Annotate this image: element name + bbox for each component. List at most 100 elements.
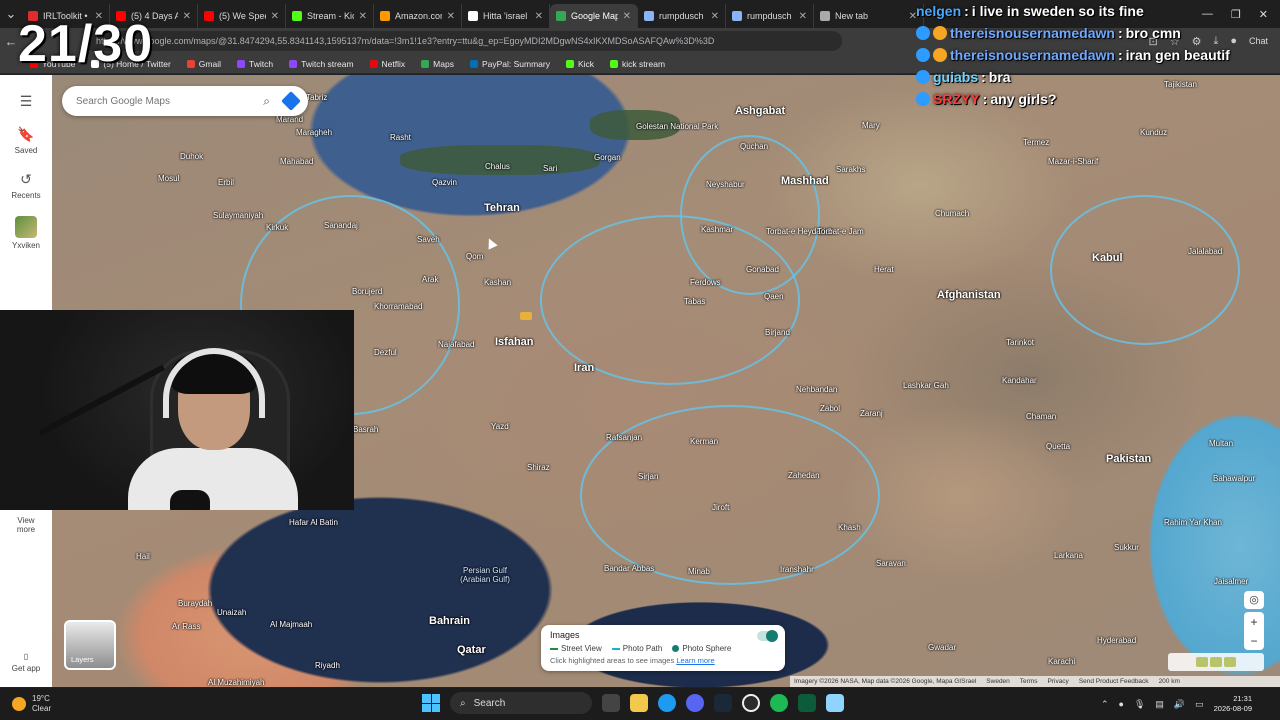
battery-icon[interactable]: ▭ — [1195, 699, 1204, 710]
city-label[interactable]: Sukkur — [1114, 543, 1139, 552]
city-label[interactable]: Borujerd — [352, 287, 382, 296]
attribution-item[interactable]: Sweden — [986, 676, 1010, 687]
bookmark-item[interactable]: Gmail — [186, 59, 221, 69]
city-label[interactable]: Basrah — [353, 425, 378, 434]
close-tab-icon[interactable]: ✕ — [535, 11, 543, 22]
search-input[interactable] — [76, 95, 256, 107]
city-label[interactable]: Hyderabad — [1097, 636, 1136, 645]
city-label[interactable]: Arak — [422, 275, 438, 284]
city-label[interactable]: Rasht — [390, 133, 411, 142]
city-label[interactable]: Saveh — [417, 235, 440, 244]
city-label[interactable]: Bahrain — [429, 615, 470, 627]
city-label[interactable]: Zahedan — [788, 471, 820, 480]
directions-icon[interactable] — [281, 91, 301, 111]
zoom-out-button[interactable]: − — [1250, 634, 1257, 648]
bookmark-item[interactable]: Maps — [421, 59, 454, 69]
file-explorer-icon[interactable] — [630, 694, 648, 712]
city-label[interactable]: Al Muzahimiyah — [208, 678, 264, 687]
tray-chevron-icon[interactable]: ⌃ — [1101, 699, 1109, 710]
city-label[interactable]: Buraydah — [178, 599, 212, 608]
my-location-button[interactable]: ◎ — [1244, 591, 1264, 609]
city-label[interactable]: Minab — [688, 567, 710, 576]
city-label[interactable]: Ferdows — [690, 278, 721, 287]
city-label[interactable]: Iranshahr — [780, 565, 814, 574]
city-label[interactable]: Al Majmaah — [270, 620, 312, 629]
task-view-icon[interactable] — [602, 694, 620, 712]
country-label[interactable]: Afghanistan — [937, 289, 1001, 301]
city-label[interactable]: Riyadh — [315, 661, 340, 670]
city-label[interactable]: Kashan — [484, 278, 511, 287]
browser-tab[interactable]: New tab ✕ — [814, 4, 924, 28]
city-label[interactable]: Gonabad — [746, 265, 779, 274]
get-app-button[interactable]: ▯ Get app — [12, 652, 40, 673]
city-label[interactable]: Qatar — [457, 644, 486, 656]
city-label[interactable]: Kandahar — [1002, 376, 1037, 385]
city-label[interactable]: Golestan National Park — [636, 122, 718, 131]
city-label[interactable]: Yazd — [491, 422, 509, 431]
discord-icon[interactable] — [686, 694, 704, 712]
city-label[interactable]: Tehran — [484, 202, 520, 214]
city-label[interactable]: Ar Rass — [172, 622, 200, 631]
city-label[interactable]: Sanandaj — [324, 221, 358, 230]
city-label[interactable]: Jalalabad — [1188, 247, 1222, 256]
saved-button[interactable]: 🔖 Saved — [15, 126, 38, 155]
city-label[interactable]: Birjand — [765, 328, 790, 337]
bookmark-item[interactable]: Twitch stream — [289, 59, 354, 69]
city-label[interactable]: Ashgabat — [735, 105, 785, 117]
bookmark-item[interactable]: PayPal: Summary — [469, 59, 550, 69]
city-label[interactable]: Hail — [136, 552, 150, 561]
city-label[interactable]: Gorgan — [594, 153, 621, 162]
bookmark-item[interactable]: Netflix — [369, 59, 405, 69]
city-label[interactable]: Herat — [874, 265, 894, 274]
browser-tab[interactable]: rumpdusch - Sök ✕ — [638, 4, 726, 28]
city-label[interactable]: Neyshabur — [706, 180, 745, 189]
weather-widget[interactable]: 19°C Clear — [0, 694, 51, 714]
images-toggle[interactable] — [757, 630, 778, 642]
notepad-icon[interactable] — [826, 694, 844, 712]
water-label[interactable]: Persian Gulf (Arabian Gulf) — [455, 566, 515, 584]
browser-tab[interactable]: rumpdusch - Sök Bi ✕ — [726, 4, 814, 28]
city-label[interactable]: Mazar-i-Sharif — [1048, 157, 1098, 166]
city-label[interactable]: Hafar Al Batin — [289, 518, 338, 527]
city-label[interactable]: Unaizah — [217, 608, 246, 617]
close-tab-icon[interactable]: ✕ — [799, 11, 807, 22]
menu-button[interactable]: ☰ — [20, 93, 33, 110]
bookmark-item[interactable]: Twitch — [237, 59, 273, 69]
city-label[interactable]: Kerman — [690, 437, 718, 446]
bookmark-item[interactable]: Kick — [565, 59, 594, 69]
city-label[interactable]: Najafabad — [438, 340, 474, 349]
attribution-item[interactable]: 200 km — [1159, 676, 1180, 687]
city-label[interactable]: Khorramabad — [374, 302, 422, 311]
map-type-thumbnails[interactable] — [1168, 653, 1264, 671]
city-label[interactable]: Mashhad — [781, 175, 829, 187]
city-label[interactable]: Sari — [543, 164, 557, 173]
city-label[interactable]: Torbat-e Jam — [817, 227, 864, 236]
recents-button[interactable]: ↺ Recents — [11, 171, 40, 200]
wifi-icon[interactable]: ▤ — [1155, 699, 1164, 710]
taskbar-search[interactable]: ⌕ Search — [450, 692, 592, 714]
city-label[interactable]: Rahim Yar Khan — [1164, 518, 1222, 527]
city-label[interactable]: Multan — [1209, 439, 1233, 448]
city-label[interactable]: Termez — [1023, 138, 1049, 147]
city-label[interactable]: Tarinkot — [1006, 338, 1034, 347]
city-label[interactable]: Maragheh — [296, 128, 332, 137]
spotify-icon[interactable] — [770, 694, 788, 712]
city-label[interactable]: Qom — [466, 252, 483, 261]
city-label[interactable]: Jaisalmer — [1214, 577, 1248, 586]
tray-app-icon[interactable]: ● — [1119, 699, 1124, 709]
browser-tab[interactable]: Amazon.com Shoppi ✕ — [374, 4, 462, 28]
attribution-item[interactable]: Send Product Feedback — [1079, 676, 1149, 687]
city-label[interactable]: Rafsanjan — [606, 433, 642, 442]
city-label[interactable]: Mahabad — [280, 157, 313, 166]
city-label[interactable]: Karachi — [1048, 657, 1075, 666]
bookmark-item[interactable]: kick stream — [610, 59, 665, 69]
learn-more-link[interactable]: Learn more — [676, 656, 714, 665]
browser-tab[interactable]: (5) We Speedran On ✕ — [198, 4, 286, 28]
layers-button[interactable]: Layers — [64, 620, 116, 670]
city-label[interactable]: Gwadar — [928, 643, 956, 652]
close-tab-icon[interactable]: ✕ — [271, 11, 279, 22]
city-label[interactable]: Zaranj — [860, 409, 883, 418]
city-label[interactable]: Tabas — [684, 297, 705, 306]
city-label[interactable]: Duhok — [180, 152, 203, 161]
location-marker[interactable] — [520, 312, 532, 320]
